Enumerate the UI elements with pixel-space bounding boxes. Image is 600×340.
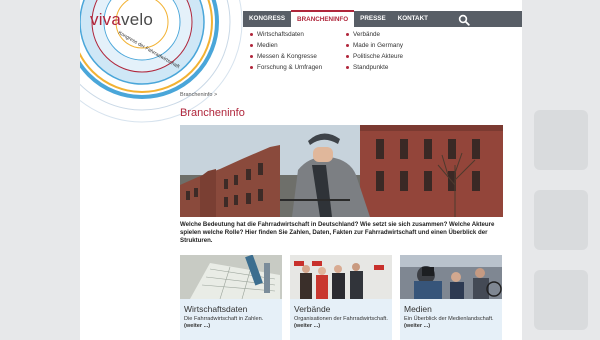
logo-viva: viva — [90, 10, 122, 29]
submenu-politische-akteure[interactable]: Politische Akteure — [346, 51, 403, 62]
intro-text: Welche Bedeutung hat die Fahrradwirtscha… — [180, 221, 495, 244]
card-description: Die Fahrradwirtschaft in Zahlen. (weiter… — [184, 316, 278, 330]
page: vivavelo Kongress der Fahrradwirtschaft … — [80, 0, 522, 340]
submenu-forschung-umfragen[interactable]: Forschung & Umfragen — [250, 62, 334, 73]
submenu-column-1: Wirtschaftsdaten Medien Messen & Kongres… — [250, 29, 334, 73]
submenu-messen-kongresse[interactable]: Messen & Kongresse — [250, 51, 334, 62]
blurred-thumbnail — [534, 110, 588, 170]
card-more-link[interactable]: (weiter ...) — [404, 323, 430, 329]
teaser-cards: Wirtschaftsdaten Die Fahrradwirtschaft i… — [180, 255, 503, 340]
main-nav: KONGRESS BRANCHENINFO PRESSE KONTAKT — [243, 10, 522, 29]
background-right — [520, 0, 600, 340]
logo-velo: velo — [121, 10, 154, 29]
nav-kontakt[interactable]: KONTAKT — [392, 11, 434, 27]
card-description-text: Organisationen der Fahrradwirtschaft. — [294, 316, 388, 322]
nav-brancheninfo[interactable]: BRANCHENINFO — [291, 10, 355, 29]
card-description-text: Ein Überblick der Medienlandschaft. — [404, 316, 494, 322]
card-description: Organisationen der Fahrradwirtschaft. (w… — [294, 316, 388, 330]
nav-kongress[interactable]: KONGRESS — [243, 11, 291, 27]
nav-presse[interactable]: PRESSE — [354, 11, 392, 27]
card-more-link[interactable]: (weiter ...) — [294, 323, 320, 329]
card-description-text: Die Fahrradwirtschaft in Zahlen. — [184, 316, 264, 322]
card-image-medien — [400, 255, 502, 299]
card-title: Medien — [404, 304, 432, 314]
card-title: Wirtschaftsdaten — [184, 304, 248, 314]
search-icon[interactable] — [458, 13, 470, 26]
blurred-thumbnail — [534, 190, 588, 250]
logo[interactable]: vivavelo Kongress der Fahrradwirtschaft — [80, 0, 255, 123]
background-left — [0, 0, 80, 340]
card-more-link[interactable]: (weiter ...) — [184, 323, 210, 329]
hero-image — [180, 125, 503, 217]
breadcrumb[interactable]: Brancheninfo > — [180, 92, 217, 98]
card-image-wirtschaftsdaten — [180, 255, 282, 299]
page-title: Brancheninfo — [180, 107, 245, 119]
card-verbaende[interactable]: Verbände Organisationen der Fahrradwirts… — [290, 255, 392, 340]
card-medien[interactable]: Medien Ein Überblick der Medienlandschaf… — [400, 255, 502, 340]
submenu-column-2: Verbände Made in Germany Politische Akte… — [346, 29, 403, 73]
blurred-thumbnail — [534, 270, 588, 330]
submenu-verbaende[interactable]: Verbände — [346, 29, 403, 40]
card-title: Verbände — [294, 304, 331, 314]
submenu-wirtschaftsdaten[interactable]: Wirtschaftsdaten — [250, 29, 334, 40]
logo-wordmark: vivavelo — [90, 10, 153, 30]
submenu-medien[interactable]: Medien — [250, 40, 334, 51]
submenu-standpunkte[interactable]: Standpunkte — [346, 62, 403, 73]
card-wirtschaftsdaten[interactable]: Wirtschaftsdaten Die Fahrradwirtschaft i… — [180, 255, 282, 340]
submenu: Wirtschaftsdaten Medien Messen & Kongres… — [250, 29, 403, 73]
submenu-made-in-germany[interactable]: Made in Germany — [346, 40, 403, 51]
card-image-verbaende — [290, 255, 392, 299]
card-description: Ein Überblick der Medienlandschaft. (wei… — [404, 316, 498, 330]
